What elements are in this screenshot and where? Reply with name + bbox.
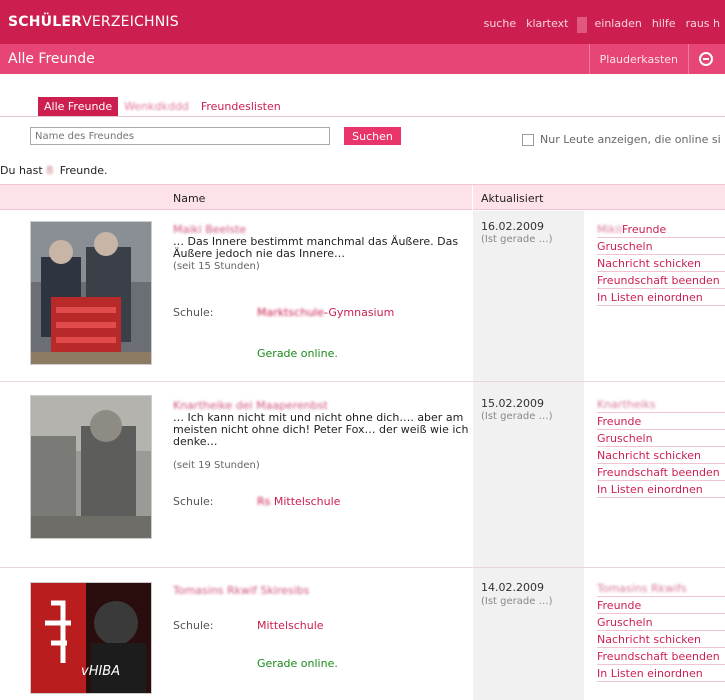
school-name: Mittelschule — [273, 495, 341, 508]
nav-klartext[interactable]: klartext — [521, 17, 573, 33]
friend-actions: Knartheiks Freunde Gruscheln Nachricht s… — [597, 396, 725, 498]
table-header: Name Aktualisiert — [0, 184, 725, 211]
search-input[interactable] — [30, 127, 330, 145]
action-add-to-list[interactable]: In Listen einordnen — [597, 481, 725, 498]
photo-logo-text: vHIBA — [81, 664, 120, 679]
action-blur: Knartheiks — [597, 398, 656, 411]
school-name: -Gymnasium — [323, 306, 395, 319]
school-label: Schule: — [173, 619, 214, 632]
online-status: Gerade online. — [257, 347, 338, 360]
action-end-friendship[interactable]: Freundschaft beenden — [597, 272, 725, 289]
action-add-to-list[interactable]: In Listen einordnen — [597, 665, 725, 682]
action-friends[interactable]: Freunde — [597, 413, 725, 430]
nav-separator — [576, 17, 587, 33]
column-updated[interactable]: Aktualisiert — [481, 192, 543, 205]
action-add-to-list[interactable]: In Listen einordnen — [597, 289, 725, 306]
tab-blurred[interactable]: Wenkdkddd — [118, 97, 195, 116]
school-blur: Marktschule — [257, 306, 324, 319]
action-gruscheln[interactable]: Gruscheln — [597, 430, 725, 447]
tab-underline — [0, 116, 725, 117]
friend-count: Du hast 8 Freunde. — [0, 164, 107, 177]
status-since: (seit 19 Stunden) — [173, 460, 260, 471]
sub-header-tools: Plauderkasten — [588, 44, 725, 74]
updated-status: (Ist gerade …) — [481, 596, 553, 607]
updated-status: (Ist gerade …) — [481, 411, 553, 422]
status-quote: … Das Innere bestimmt manchmal das Äußer… — [173, 235, 459, 260]
search-button[interactable]: Suchen — [344, 127, 401, 145]
profile-photo[interactable] — [30, 221, 152, 365]
profile-photo-image — [31, 222, 151, 364]
minimize-icon[interactable] — [699, 52, 713, 66]
action-gruscheln[interactable]: Gruscheln — [597, 238, 725, 255]
divider — [688, 44, 689, 74]
action-friends[interactable]: Freunde — [597, 597, 725, 614]
action-blurred-name[interactable]: Tomasins Rkwifs — [597, 580, 725, 597]
school-link[interactable]: Mittelschule — [257, 619, 324, 632]
profile-photo[interactable]: vHIBA — [30, 582, 152, 694]
updated-date: 15.02.2009 — [481, 397, 544, 410]
online-only-checkbox[interactable] — [522, 134, 534, 146]
updated-date: 16.02.2009 — [481, 220, 544, 233]
action-end-friendship[interactable]: Freundschaft beenden — [597, 464, 725, 481]
action-blur: Mikii — [597, 223, 623, 236]
updated-status: (Ist gerade …) — [481, 234, 553, 245]
school-label: Schule: — [173, 306, 214, 319]
action-blurred-name[interactable]: Knartheiks — [597, 396, 725, 413]
table-row: Knartheike dei Maaperenbst … Ich kann ni… — [0, 382, 725, 567]
nav-hilfe[interactable]: hilfe — [647, 17, 681, 33]
count-value: 8 — [46, 164, 54, 177]
friend-actions: MikiiFreunde Gruscheln Nachricht schicke… — [597, 221, 725, 306]
profile-photo-image: vHIBA — [31, 583, 151, 693]
nav-suche[interactable]: suche — [479, 17, 522, 33]
brand-bold: SCHÜLER — [8, 14, 83, 30]
action-send-message[interactable]: Nachricht schicken — [597, 255, 725, 272]
status-since: (seit 15 Stunden) — [173, 261, 260, 272]
table-row: Maiki Beelste … Das Innere bestimmt manc… — [0, 211, 725, 381]
count-suffix: Freunde. — [59, 164, 108, 177]
action-send-message[interactable]: Nachricht schicken — [597, 631, 725, 648]
profile-photo[interactable] — [30, 395, 152, 539]
top-bar: SCHÜLERVERZEICHNIS suche klartext einlad… — [0, 0, 725, 44]
school-blur: Rs — [257, 495, 271, 508]
nav-raus[interactable]: raus h — [681, 17, 725, 33]
tab-alle-freunde[interactable]: Alle Freunde — [38, 96, 119, 116]
divider — [472, 185, 473, 211]
top-nav: suche klartext einladen hilfe raus h — [479, 17, 725, 33]
school-label: Schule: — [173, 495, 214, 508]
action-label: Freunde — [622, 223, 667, 236]
count-prefix: Du hast — [0, 164, 43, 177]
action-send-message[interactable]: Nachricht schicken — [597, 447, 725, 464]
friend-name[interactable]: Tomasins Rkwif Skiresibs — [173, 584, 309, 597]
brand-light: VERZEICHNIS — [82, 14, 179, 30]
online-status: Gerade online. — [257, 657, 338, 670]
updated-date: 14.02.2009 — [481, 581, 544, 594]
action-end-friendship[interactable]: Freundschaft beenden — [597, 648, 725, 665]
school-link[interactable]: Rs Mittelschule — [257, 495, 340, 508]
profile-photo-image — [31, 396, 151, 538]
nav-einladen[interactable]: einladen — [590, 17, 647, 33]
online-only-label: Nur Leute anzeigen, die online si — [540, 133, 721, 146]
action-friends-of[interactable]: MikiiFreunde — [597, 221, 725, 238]
column-name[interactable]: Name — [173, 192, 205, 205]
tab-bar: Alle Freunde Wenkdkddd Freundeslisten — [38, 96, 287, 116]
table-row: vHIBA Tomasins Rkwif Skiresibs Schule: M… — [0, 568, 725, 700]
status-quote: … Ich kann nicht mit und nicht ohne dich… — [173, 411, 469, 448]
school-link[interactable]: Marktschule-Gymnasium — [257, 306, 394, 319]
sub-header: Alle Freunde Plauderkasten — [0, 44, 725, 74]
action-blur: Tomasins Rkwifs — [597, 582, 687, 595]
action-gruscheln[interactable]: Gruscheln — [597, 614, 725, 631]
brand-logo[interactable]: SCHÜLERVERZEICHNIS — [8, 14, 179, 30]
tab-freundeslisten[interactable]: Freundeslisten — [195, 97, 287, 116]
page-title: Alle Freunde — [8, 51, 95, 67]
friend-actions: Tomasins Rkwifs Freunde Gruscheln Nachri… — [597, 580, 725, 682]
plauderkasten-link[interactable]: Plauderkasten — [590, 53, 688, 66]
